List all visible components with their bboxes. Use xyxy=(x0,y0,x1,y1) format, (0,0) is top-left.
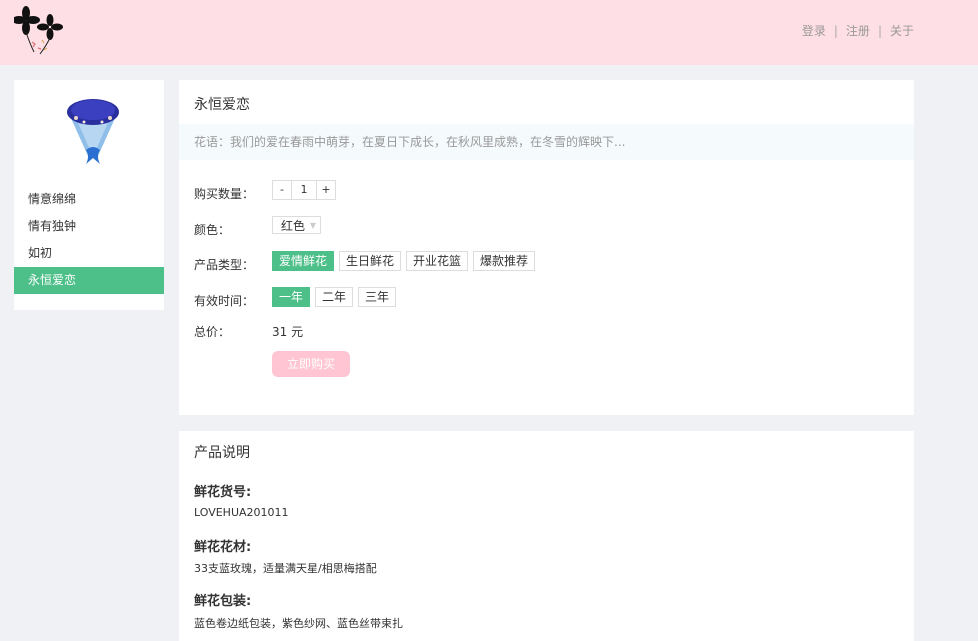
type-option-opening[interactable]: 开业花篮 xyxy=(406,251,469,271)
flower-logo-icon[interactable] xyxy=(14,4,66,58)
increment-button[interactable]: + xyxy=(317,181,335,199)
type-option-love[interactable]: 爱情鲜花 xyxy=(272,251,335,271)
description-title: 产品说明 xyxy=(194,445,250,461)
sidebar-item-qingyimianmian[interactable]: 情意绵绵 xyxy=(14,186,164,213)
total-label: 总价： xyxy=(194,325,231,339)
login-link[interactable]: 登录 xyxy=(802,24,826,38)
type-option-hot[interactable]: 爆款推荐 xyxy=(473,251,536,271)
color-select[interactable]: 红色 ▼ xyxy=(272,216,321,234)
chevron-down-icon: ▼ xyxy=(309,221,316,230)
sku-value: LOVEHUA201011 xyxy=(194,506,289,519)
validity-option-1y[interactable]: 一年 xyxy=(272,287,311,307)
packaging-value: 蓝色卷边纸包装，紫色纱网、蓝色丝带束扎 xyxy=(194,617,403,630)
sku-heading: 鲜花货号: xyxy=(194,485,252,500)
sidebar-item-ruchu[interactable]: 如初 xyxy=(14,240,164,267)
decrement-button[interactable]: - xyxy=(273,181,291,199)
quantity-stepper: - 1 + xyxy=(272,180,336,200)
nav-separator: | xyxy=(833,24,838,38)
validity-option-3y[interactable]: 三年 xyxy=(358,287,397,307)
color-label: 颜色： xyxy=(194,223,231,237)
nav-separator: | xyxy=(877,24,882,38)
quantity-input[interactable]: 1 xyxy=(291,181,317,199)
register-link[interactable]: 注册 xyxy=(846,24,870,38)
top-nav: 登录 | 注册 | 关于 xyxy=(802,22,914,39)
sidebar-item-yonghengailian[interactable]: 永恒爱恋 xyxy=(14,267,164,294)
bouquet-thumbnail xyxy=(67,99,119,164)
category-sidebar: 情意绵绵 情有独钟 如初 永恒爱恋 xyxy=(14,80,164,310)
total-price: 31 元 xyxy=(272,325,304,339)
product-description-panel: 产品说明 鲜花货号: LOVEHUA201011 鲜花花材: 33支蓝玫瑰，适量… xyxy=(179,431,914,641)
quantity-label: 购买数量： xyxy=(194,187,255,201)
buy-now-button[interactable]: 立即购买 xyxy=(272,351,350,377)
flower-language: 花语：我们的爱在春雨中萌芽，在夏日下成长，在秋风里成熟，在冬雪的辉映下... xyxy=(179,124,914,160)
product-panel: 永恒爱恋 花语：我们的爱在春雨中萌芽，在夏日下成长，在秋风里成熟，在冬雪的辉映下… xyxy=(179,80,914,415)
sidebar-item-qingyoudu[interactable]: 情有独钟 xyxy=(14,213,164,240)
product-type-label: 产品类型： xyxy=(194,258,255,272)
category-list: 情意绵绵 情有独钟 如初 永恒爱恋 xyxy=(14,186,164,294)
validity-label: 有效时间： xyxy=(194,294,255,308)
about-link[interactable]: 关于 xyxy=(890,24,914,38)
packaging-heading: 鲜花包装: xyxy=(194,594,252,609)
material-value: 33支蓝玫瑰，适量满天星/相思梅搭配 xyxy=(194,562,377,575)
site-header: 登录 | 注册 | 关于 xyxy=(0,0,978,65)
color-select-value: 红色 xyxy=(281,219,306,233)
product-title: 永恒爱恋 xyxy=(194,97,250,113)
validity-option-2y[interactable]: 二年 xyxy=(315,287,354,307)
material-heading: 鲜花花材: xyxy=(194,540,252,555)
type-option-birthday[interactable]: 生日鲜花 xyxy=(339,251,402,271)
